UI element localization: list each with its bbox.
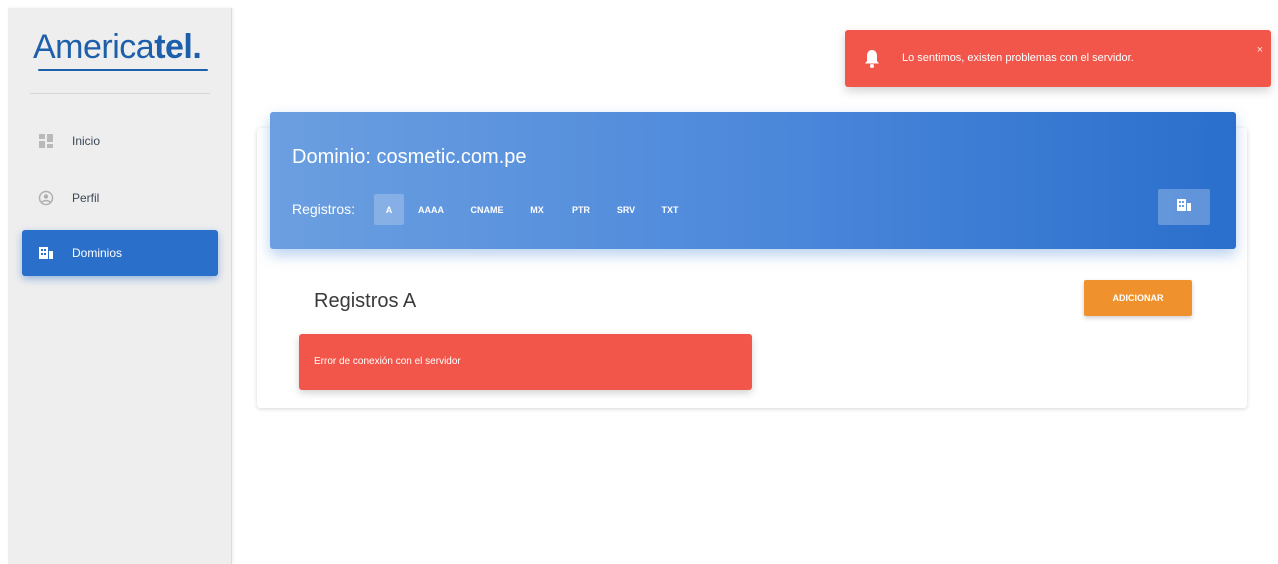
dashboard-icon (38, 133, 54, 149)
close-icon[interactable]: × (1257, 44, 1263, 56)
tab-cname[interactable]: CNAME (461, 194, 513, 225)
domain-action-button[interactable] (1158, 189, 1210, 225)
section-title: Registros A (314, 290, 417, 312)
page-title: Dominio: cosmetic.com.pe (292, 146, 527, 168)
tab-ptr[interactable]: PTR (565, 194, 597, 225)
sidebar-item-label: Dominios (72, 246, 123, 260)
domain-card-header: Dominio: cosmetic.com.pe Registros: A AA… (270, 112, 1236, 249)
tab-srv[interactable]: SRV (610, 194, 642, 225)
brand-name-regular: America (33, 28, 155, 66)
brand-name-bold: tel (154, 28, 193, 66)
registros-label: Registros: (292, 201, 356, 217)
window-top-edge (0, 0, 1278, 8)
user-circle-icon (38, 190, 54, 206)
tab-a[interactable]: A (374, 194, 404, 225)
connection-error-alert: Error de conexión con el servidor (299, 334, 752, 390)
sidebar-item-dominios[interactable]: Dominios (22, 230, 218, 276)
sidebar-item-perfil[interactable]: Perfil (22, 175, 218, 221)
add-record-button[interactable]: ADICIONAR (1084, 280, 1192, 316)
brand-logo[interactable]: Americatel. (33, 28, 202, 67)
sidebar-item-inicio[interactable]: Inicio (22, 118, 218, 164)
tab-mx[interactable]: MX (524, 194, 550, 225)
domain-grid-icon (38, 245, 54, 261)
alert-message: Error de conexión con el servidor (314, 356, 461, 367)
notification-message: Lo sentimos, existen problemas con el se… (902, 52, 1134, 64)
error-notification: Lo sentimos, existen problemas con el se… (845, 30, 1271, 87)
sidebar-item-label: Inicio (72, 134, 101, 148)
domain-grid-icon (1176, 197, 1192, 218)
sidebar-item-label: Perfil (72, 191, 100, 205)
sidebar-divider (30, 93, 210, 94)
bell-icon (863, 49, 881, 69)
tab-txt[interactable]: TXT (654, 194, 686, 225)
sidebar: Americatel. Inicio Perfil Dominios (8, 8, 232, 564)
brand-underline (38, 69, 208, 71)
tab-aaaa[interactable]: AAAA (413, 194, 449, 225)
brand-dot: . (192, 28, 202, 66)
